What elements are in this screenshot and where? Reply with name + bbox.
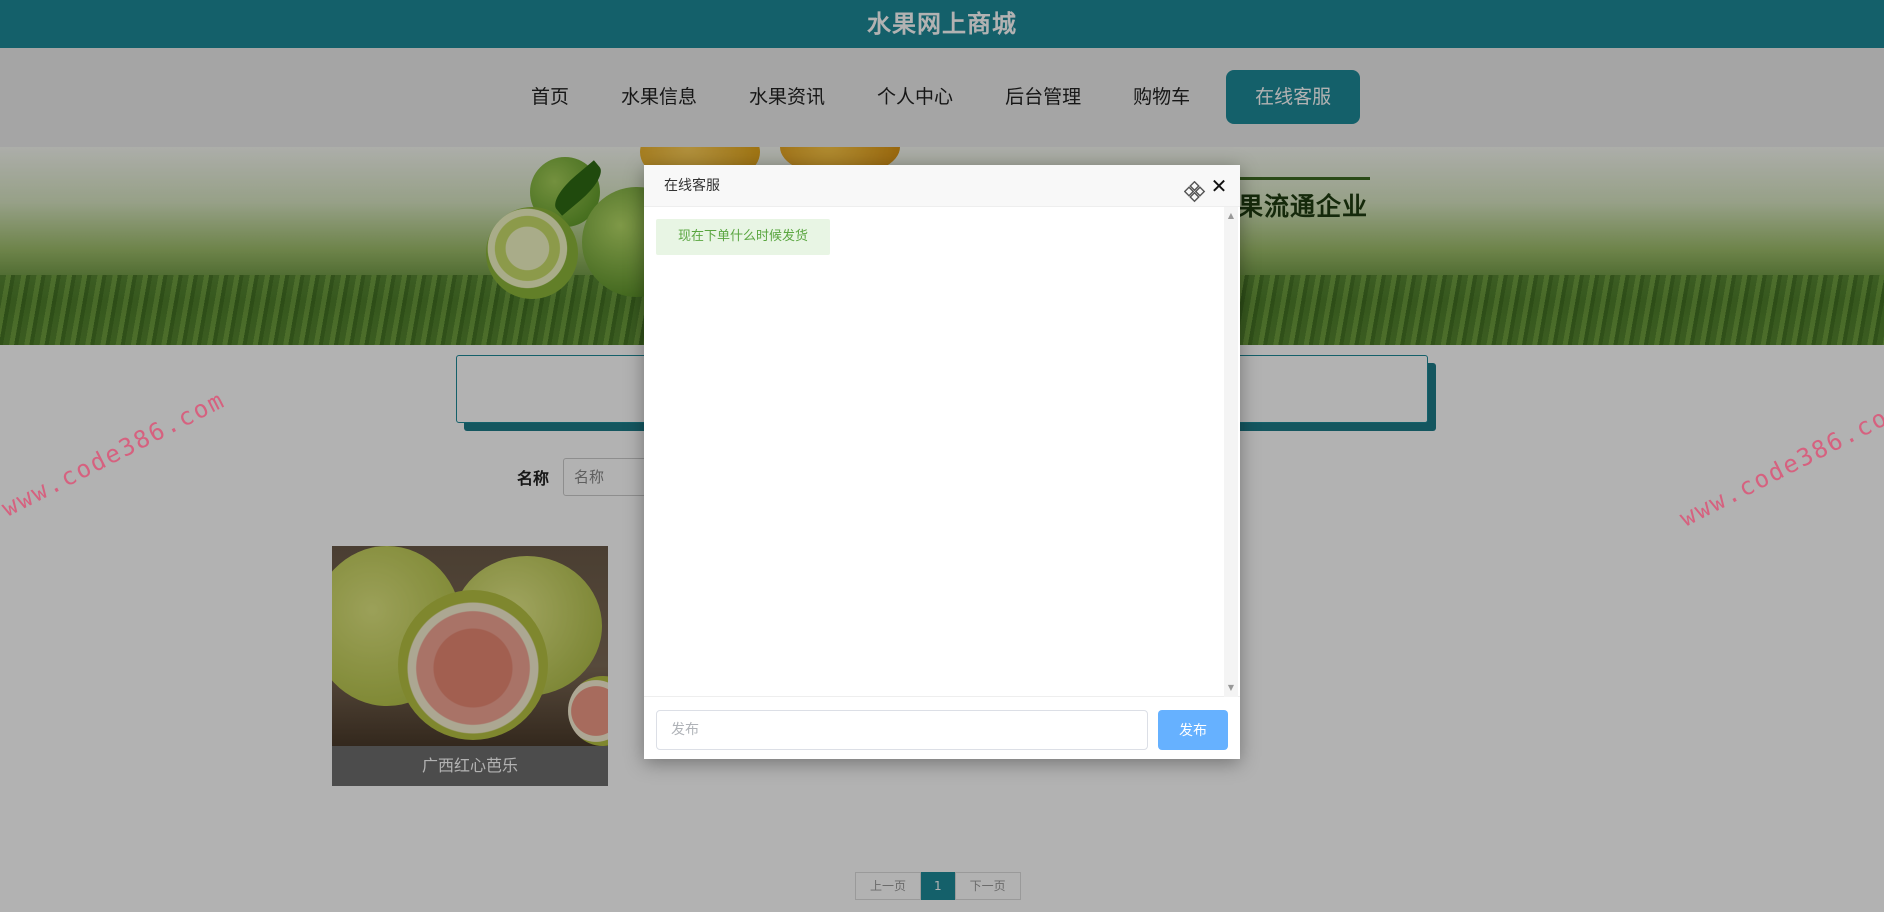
chat-message: 现在下单什么时候发货: [656, 219, 831, 255]
chat-header[interactable]: 在线客服 ✕: [644, 165, 1240, 207]
chat-message-list: 现在下单什么时候发货 ▲ ▼: [644, 207, 1240, 697]
scroll-up-icon[interactable]: ▲: [1224, 211, 1238, 221]
chat-scrollbar[interactable]: ▲ ▼: [1224, 207, 1238, 697]
send-button[interactable]: 发布: [1158, 710, 1228, 750]
chat-input[interactable]: [656, 710, 1148, 750]
chat-title: 在线客服: [664, 178, 720, 194]
scroll-down-icon[interactable]: ▼: [1224, 683, 1238, 693]
move-icon[interactable]: [1183, 180, 1206, 203]
close-icon[interactable]: ✕: [1208, 175, 1230, 197]
chat-dialog: 在线客服 ✕ 现在下单什么时候发货 ▲ ▼ 发布: [644, 165, 1240, 759]
